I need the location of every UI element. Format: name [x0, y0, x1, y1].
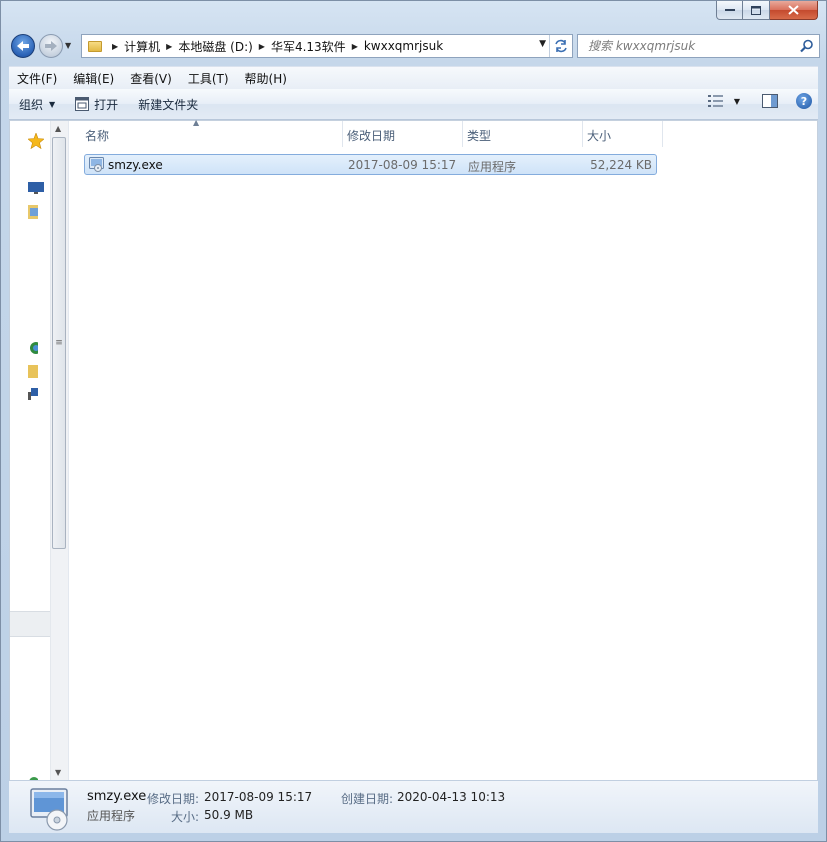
computer-icon[interactable] — [28, 388, 38, 402]
details-modified-value: 2017-08-09 15:17 — [204, 790, 313, 804]
sort-ascending-icon: ▲ — [193, 118, 200, 127]
breadcrumb-chevron-icon[interactable]: ▶ — [259, 42, 265, 51]
folder-icon — [88, 40, 102, 52]
address-history-chevron-icon[interactable]: ▼ — [539, 39, 546, 49]
open-label: 打开 — [94, 97, 119, 112]
search-input[interactable] — [586, 38, 800, 54]
breadcrumb-chevron-icon[interactable]: ▶ — [166, 42, 172, 51]
arrow-left-icon — [17, 41, 29, 51]
network-globe-icon[interactable] — [28, 341, 38, 355]
scroll-down-icon[interactable]: ▼ — [55, 768, 61, 777]
caption-buttons — [716, 1, 818, 20]
breadcrumb-item-current-folder[interactable]: kwxxqmrjsuk — [364, 39, 443, 53]
column-type-label: 类型 — [467, 129, 492, 143]
column-date-label: 修改日期 — [347, 129, 396, 143]
navigation-bar: ▼ ▶ 计算机 ▶ 本地磁盘 (D:) ▶ 华军4.13软件 ▶ kwxxqmr… — [9, 33, 820, 59]
new-folder-button[interactable]: 新建文件夹 — [128, 96, 208, 113]
refresh-button[interactable] — [549, 35, 572, 57]
navigation-pane-scrollbar[interactable]: ▲ ≡ ▼ — [50, 121, 68, 780]
refresh-icon — [555, 39, 567, 53]
breadcrumb-chevron-icon[interactable]: ▶ — [112, 42, 118, 51]
new-folder-label: 新建文件夹 — [138, 97, 199, 112]
menu-bar: 文件(F) 编辑(E) 查看(V) 工具(T) 帮助(H) — [9, 66, 818, 90]
content-area: ▲ ≡ ▼ ▲ 名称 修改日期 类型 大小 smzy.exe 2017-08-0… — [9, 118, 818, 782]
column-header-size[interactable]: 大小 — [583, 121, 663, 147]
menu-file[interactable]: 文件(F) — [9, 70, 65, 87]
organize-button[interactable]: 组织 ▼ — [9, 96, 65, 113]
details-file-type: 应用程序 — [87, 809, 136, 823]
breadcrumb-item-computer[interactable]: 计算机 — [124, 38, 160, 55]
details-size-label: 大小: — [171, 810, 200, 824]
view-options-chevron-icon[interactable]: ▼ — [734, 97, 740, 106]
forward-button[interactable] — [39, 34, 63, 58]
close-icon — [788, 5, 799, 15]
star-icon[interactable] — [28, 133, 44, 149]
back-button[interactable] — [11, 34, 35, 58]
minimize-button[interactable] — [716, 1, 743, 20]
column-header-name[interactable]: ▲ 名称 — [69, 118, 343, 147]
navigation-pane-horizontal-scrollbar[interactable] — [10, 611, 50, 637]
search-box[interactable] — [577, 34, 820, 58]
scroll-up-icon[interactable]: ▲ — [55, 124, 61, 133]
application-large-icon — [30, 788, 68, 831]
menu-help[interactable]: 帮助(H) — [237, 70, 295, 87]
column-header-type[interactable]: 类型 — [463, 121, 583, 147]
column-header: ▲ 名称 修改日期 类型 大小 — [69, 118, 663, 147]
breadcrumb-item-software-folder[interactable]: 华军4.13软件 — [271, 38, 346, 55]
file-list: ▲ 名称 修改日期 类型 大小 smzy.exe 2017-08-09 15:1… — [69, 118, 817, 780]
file-date: 2017-08-09 15:17 — [348, 158, 457, 172]
file-row[interactable]: smzy.exe 2017-08-09 15:17 应用程序 52,224 KB — [84, 154, 657, 175]
help-icon[interactable]: ? — [796, 93, 812, 109]
details-pane: smzy.exe 应用程序 修改日期: 2017-08-09 15:17 创建日… — [9, 780, 818, 833]
maximize-button[interactable] — [743, 1, 770, 20]
folder-icon[interactable] — [28, 364, 38, 378]
details-modified-label: 修改日期: — [147, 792, 200, 806]
organize-label: 组织 — [19, 97, 44, 112]
details-created-label: 创建日期: — [341, 792, 394, 806]
command-bar: 组织 ▼ 打开 新建文件夹 ▼ ? — [9, 89, 818, 120]
libraries-icon[interactable] — [28, 205, 38, 219]
breadcrumb-chevron-icon[interactable]: ▶ — [352, 42, 358, 51]
explorer-window: ▼ ▶ 计算机 ▶ 本地磁盘 (D:) ▶ 华军4.13软件 ▶ kwxxqmr… — [0, 0, 827, 842]
details-file-name: smzy.exe — [87, 789, 147, 804]
view-options-icon[interactable] — [707, 94, 724, 108]
details-created-value: 2020-04-13 10:13 — [397, 790, 506, 804]
navigation-pane: ▲ ≡ ▼ — [10, 121, 69, 782]
open-button[interactable]: 打开 — [65, 96, 128, 113]
file-type: 应用程序 — [468, 160, 517, 174]
arrow-right-icon — [45, 41, 57, 51]
address-bar[interactable]: ▶ 计算机 ▶ 本地磁盘 (D:) ▶ 华军4.13软件 ▶ kwxxqmrjs… — [81, 34, 573, 58]
menu-view[interactable]: 查看(V) — [122, 70, 180, 87]
file-size: 52,224 KB — [590, 158, 652, 172]
details-size-value: 50.9 MB — [204, 808, 254, 822]
scroll-thumb[interactable]: ≡ — [52, 137, 66, 549]
chevron-down-icon: ▼ — [49, 99, 56, 109]
minimize-icon — [724, 9, 735, 11]
application-icon — [89, 157, 104, 172]
menu-edit[interactable]: 编辑(E) — [65, 70, 122, 87]
close-button[interactable] — [770, 1, 818, 20]
column-size-label: 大小 — [587, 129, 612, 143]
menu-tools[interactable]: 工具(T) — [180, 70, 237, 87]
breadcrumb-item-local-disk[interactable]: 本地磁盘 (D:) — [178, 38, 252, 55]
desktop-icon[interactable] — [28, 181, 44, 195]
file-name: smzy.exe — [108, 158, 163, 172]
recent-pages-chevron-icon[interactable]: ▼ — [65, 41, 71, 50]
maximize-icon — [751, 5, 761, 15]
toolbar-right-group: ▼ ? — [707, 93, 812, 109]
open-window-icon — [75, 97, 90, 111]
preview-pane-icon[interactable] — [762, 94, 778, 108]
search-icon[interactable] — [800, 39, 814, 53]
column-name-label: 名称 — [85, 129, 110, 143]
column-header-date[interactable]: 修改日期 — [343, 121, 463, 147]
